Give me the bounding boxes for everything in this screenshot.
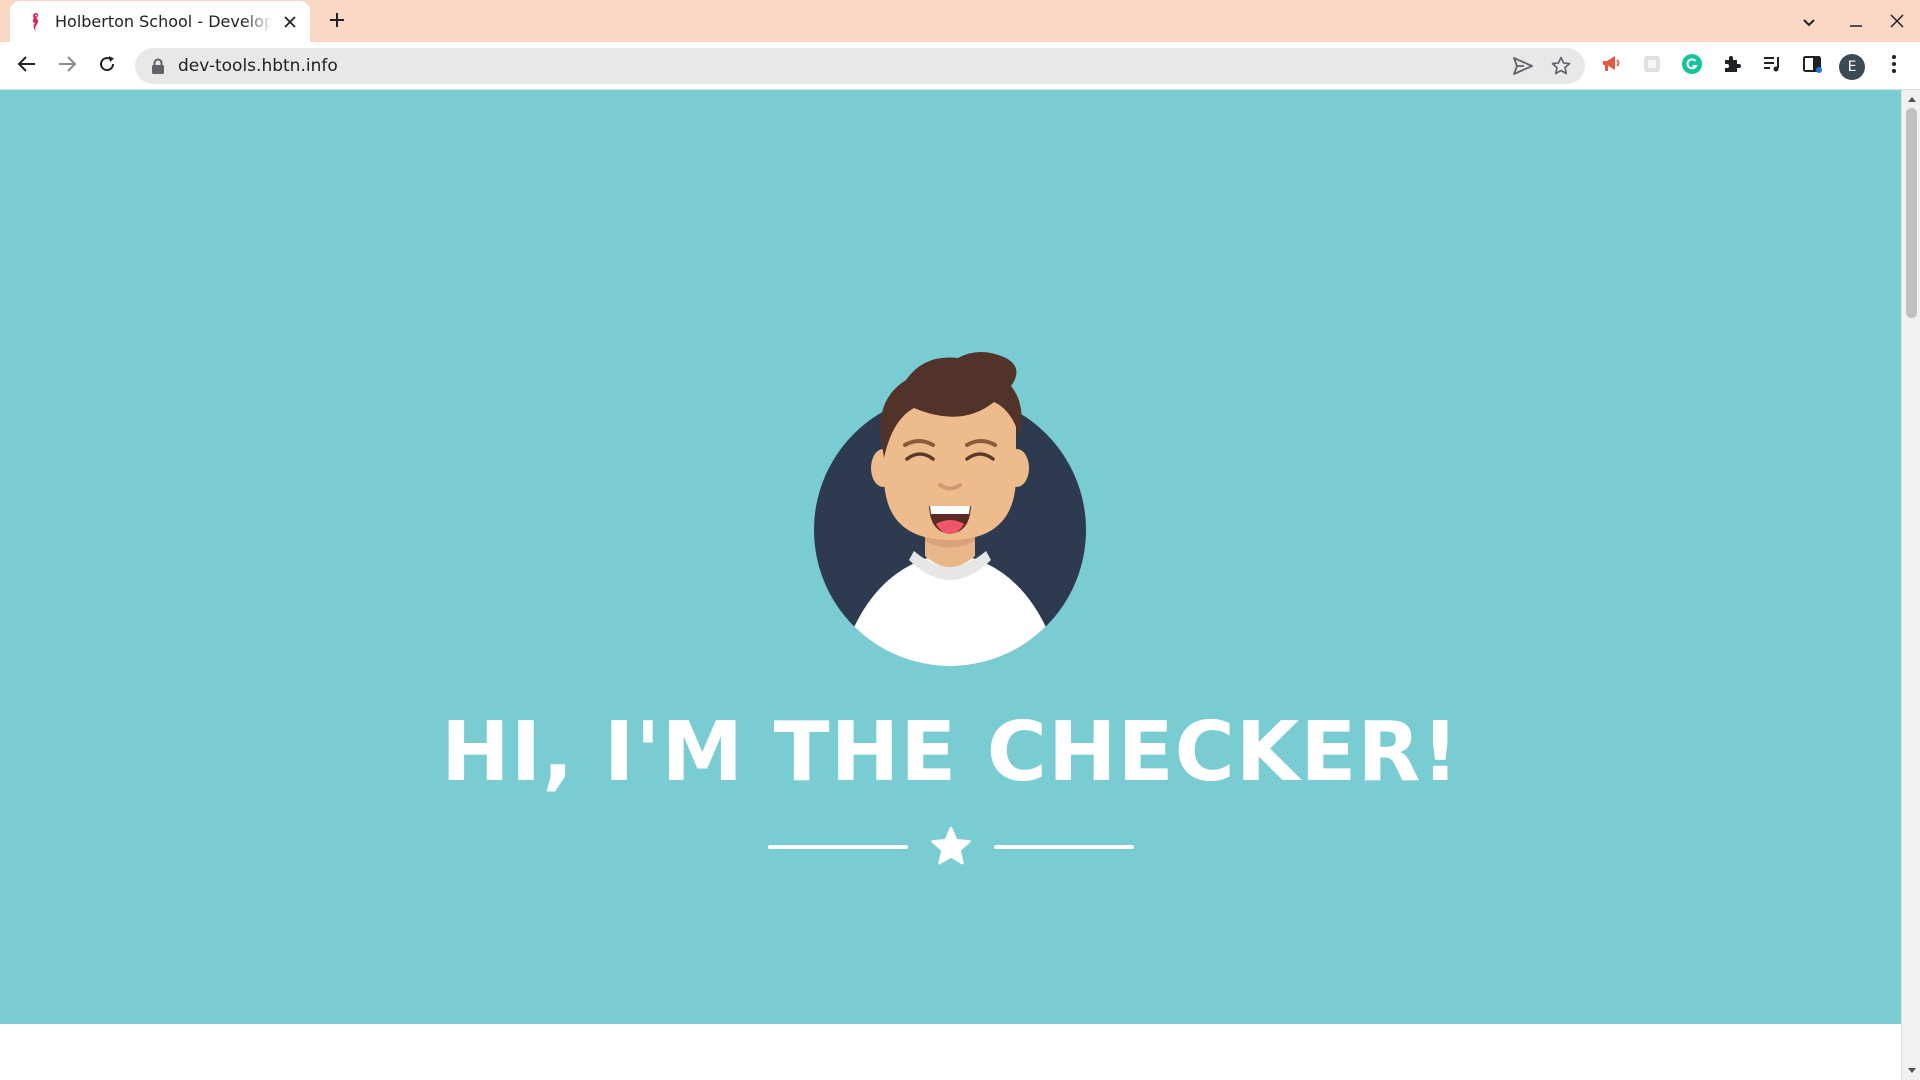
vertical-scrollbar[interactable] xyxy=(1901,90,1920,1080)
extension-megaphone-button[interactable] xyxy=(1598,52,1626,80)
bookmark-button[interactable] xyxy=(1549,55,1573,77)
star-outline-icon xyxy=(1551,56,1571,75)
tab-search-button[interactable] xyxy=(1796,10,1822,34)
minimize-icon xyxy=(1849,13,1863,32)
grammarly-icon xyxy=(1681,53,1703,79)
extension-grey-button[interactable] xyxy=(1638,52,1666,80)
browser-toolbar: dev-tools.hbtn.info E xyxy=(0,42,1920,90)
back-button[interactable] xyxy=(13,52,41,80)
new-tab-button[interactable] xyxy=(324,9,350,35)
profile-avatar[interactable]: E xyxy=(1839,54,1865,80)
reload-icon xyxy=(97,54,117,78)
chevron-down-icon xyxy=(1802,13,1816,32)
media-queue-icon xyxy=(1762,54,1782,78)
divider-line-left xyxy=(768,845,908,849)
plus-icon xyxy=(329,12,345,32)
url-text: dev-tools.hbtn.info xyxy=(178,56,338,76)
scroll-up-arrow[interactable] xyxy=(1902,92,1920,106)
forward-button[interactable] xyxy=(53,52,81,80)
lock-icon xyxy=(151,58,165,74)
side-panel-icon xyxy=(1802,54,1822,78)
scroll-thumb[interactable] xyxy=(1906,108,1917,318)
arrow-left-icon xyxy=(17,55,37,77)
megaphone-icon xyxy=(1601,54,1623,78)
extension-grammarly-button[interactable] xyxy=(1678,52,1706,80)
address-bar[interactable]: dev-tools.hbtn.info xyxy=(135,48,1585,84)
side-panel-button[interactable] xyxy=(1798,52,1826,80)
star-divider xyxy=(768,824,1134,874)
extension-placeholder-icon xyxy=(1642,54,1662,78)
star-icon xyxy=(931,826,971,865)
extensions-button[interactable] xyxy=(1718,52,1746,80)
close-window-button[interactable] xyxy=(1884,10,1910,34)
tab-title: Holberton School - Developer Tools xyxy=(55,12,273,31)
puzzle-icon xyxy=(1722,54,1742,78)
send-icon xyxy=(1513,57,1533,75)
page-viewport: HI, I'M THE CHECKER! xyxy=(0,90,1901,1080)
arrow-right-icon xyxy=(57,55,77,77)
close-icon[interactable] xyxy=(280,12,300,32)
minimize-button[interactable] xyxy=(1843,10,1869,34)
more-vert-icon xyxy=(1891,54,1897,78)
close-icon xyxy=(1890,13,1904,32)
send-tab-button[interactable] xyxy=(1511,55,1535,77)
tab-strip: Holberton School - Developer Tools xyxy=(0,0,1920,42)
hero-title: HI, I'M THE CHECKER! xyxy=(441,705,1460,800)
scroll-down-arrow[interactable] xyxy=(1902,1064,1920,1078)
holberton-seahorse-icon xyxy=(27,11,45,33)
reload-button[interactable] xyxy=(93,52,121,80)
divider-line-right xyxy=(994,845,1134,849)
smiling-man-avatar xyxy=(814,352,1086,666)
reading-list-button[interactable] xyxy=(1758,52,1786,80)
hero-section: HI, I'M THE CHECKER! xyxy=(0,90,1901,1024)
browser-menu-button[interactable] xyxy=(1880,52,1908,80)
browser-tab[interactable]: Holberton School - Developer Tools xyxy=(10,1,310,42)
